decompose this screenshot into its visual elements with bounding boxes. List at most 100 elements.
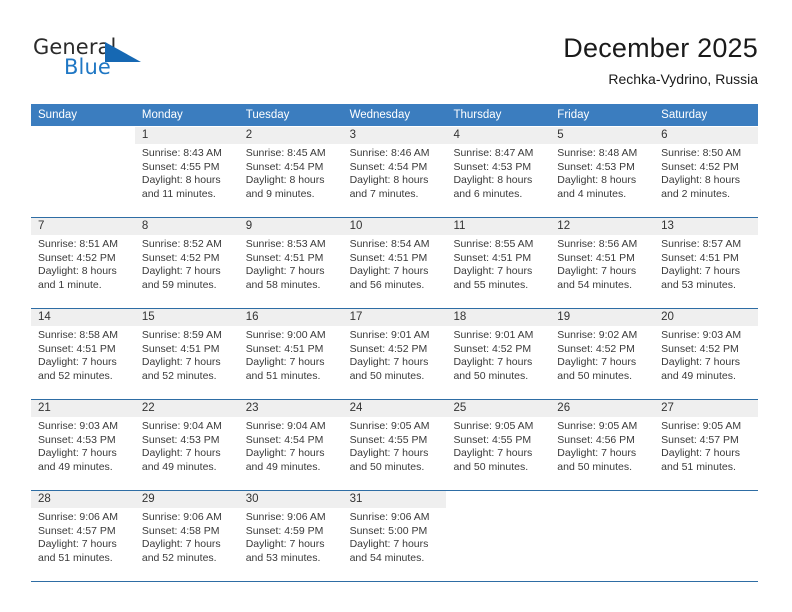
sunrise-text: Sunrise: 8:56 AM	[557, 238, 638, 250]
sunrise-text: Sunrise: 9:02 AM	[557, 329, 638, 341]
calendar-day-cell[interactable]: 5 Sunrise: 8:48 AM Sunset: 4:53 PM Daylight…	[550, 127, 655, 217]
daylight-text-line1: Daylight: 8 hours	[245, 174, 325, 187]
sunrise-text: Sunrise: 9:04 AM	[245, 420, 326, 432]
day-number: 25	[446, 400, 551, 417]
daylight-text-line2: and 51 minutes.	[661, 460, 736, 473]
sunrise-text: Sunrise: 8:51 AM	[38, 238, 118, 250]
calendar-day-cell[interactable]: 19 Sunrise: 9:02 AM Sunset: 4:52 PM Dayligh…	[550, 309, 655, 399]
daylight-text-line1: Daylight: 7 hours	[141, 447, 221, 460]
title-block: December 2025 Rechka-Vydrino, Russia	[563, 32, 758, 88]
sunset-text: Sunset: 4:52 PM	[141, 251, 220, 264]
day-details: Sunrise: 8:54 AM Sunset: 4:51 PM Daylight:…	[343, 235, 447, 292]
daylight-text-line1: Daylight: 7 hours	[661, 356, 740, 369]
calendar-day-cell[interactable]: 24 Sunrise: 9:05 AM Sunset: 4:55 PM Dayligh…	[342, 400, 447, 490]
day-details: Sunrise: 8:55 AM Sunset: 4:51 PM Daylight:…	[446, 235, 550, 292]
sunrise-text: Sunrise: 9:06 AM	[245, 511, 326, 523]
calendar-day-cell[interactable]: 7 Sunrise: 8:51 AM Sunset: 4:52 PM Daylight…	[31, 218, 135, 308]
sunset-text: Sunset: 4:51 PM	[245, 342, 324, 355]
sunset-text: Sunset: 4:55 PM	[141, 160, 220, 173]
calendar-day-cell[interactable]: 26 Sunrise: 9:05 AM Sunset: 4:56 PM Dayligh…	[550, 400, 655, 490]
sunrise-text: Sunrise: 9:05 AM	[557, 420, 638, 432]
calendar-day-cell[interactable]: 27 Sunrise: 9:05 AM Sunset: 4:57 PM Dayligh…	[654, 400, 759, 490]
calendar-day-cell[interactable]: 11 Sunrise: 8:55 AM Sunset: 4:51 PM Dayligh…	[446, 218, 551, 308]
weekday-header-tuesday: Tuesday	[245, 109, 290, 121]
sunset-text: Sunset: 4:53 PM	[38, 433, 116, 446]
calendar-day-cell[interactable]: 31 Sunrise: 9:06 AM Sunset: 5:00 PM Dayligh…	[342, 491, 447, 581]
sunrise-text: Sunrise: 8:47 AM	[453, 147, 534, 159]
daylight-text-line2: and 56 minutes.	[349, 278, 425, 291]
calendar-day-cell[interactable]: 20 Sunrise: 9:03 AM Sunset: 4:52 PM Dayligh…	[654, 309, 759, 399]
calendar-day-cell[interactable]: 16 Sunrise: 9:00 AM Sunset: 4:51 PM Dayligh…	[238, 309, 343, 399]
calendar-day-cell[interactable]: 9 Sunrise: 8:53 AM Sunset: 4:51 PM Daylight…	[238, 218, 343, 308]
calendar-day-cell[interactable]: 6 Sunrise: 8:50 AM Sunset: 4:52 PM Daylight…	[654, 127, 759, 217]
sunset-text: Sunset: 4:55 PM	[349, 433, 428, 446]
calendar-day-cell[interactable]: 12 Sunrise: 8:56 AM Sunset: 4:51 PM Dayligh…	[550, 218, 655, 308]
sunrise-text: Sunrise: 9:00 AM	[245, 329, 326, 341]
weekday-header-thursday: Thursday	[453, 109, 502, 121]
sunrise-text: Sunrise: 8:45 AM	[245, 147, 326, 159]
sunrise-text: Sunrise: 8:46 AM	[349, 147, 430, 159]
calendar-day-cell[interactable]: 23 Sunrise: 9:04 AM Sunset: 4:54 PM Dayligh…	[238, 400, 343, 490]
day-details: Sunrise: 9:05 AM Sunset: 4:56 PM Daylight:…	[550, 417, 654, 474]
calendar-week-row: 14 Sunrise: 8:58 AM Sunset: 4:51 PM Dayligh…	[31, 308, 759, 399]
sunrise-text: Sunrise: 9:06 AM	[349, 511, 430, 523]
calendar-day-cell[interactable]: 3 Sunrise: 8:46 AM Sunset: 4:54 PM Daylight…	[342, 127, 447, 217]
daylight-text-line2: and 52 minutes.	[38, 369, 113, 382]
calendar-day-cell[interactable]: 2 Sunrise: 8:45 AM Sunset: 4:54 PM Daylight…	[238, 127, 343, 217]
daylight-text-line1: Daylight: 7 hours	[141, 265, 221, 278]
day-details: Sunrise: 8:48 AM Sunset: 4:53 PM Daylight:…	[550, 144, 654, 201]
day-number: 10	[342, 218, 447, 235]
sunset-text: Sunset: 4:54 PM	[349, 160, 428, 173]
calendar-day-cell[interactable]: 21 Sunrise: 9:03 AM Sunset: 4:53 PM Dayligh…	[31, 400, 135, 490]
calendar-day-cell[interactable]: 4 Sunrise: 8:47 AM Sunset: 4:53 PM Daylight…	[446, 127, 551, 217]
sunset-text: Sunset: 4:55 PM	[453, 433, 532, 446]
page-subtitle: Rechka-Vydrino, Russia	[608, 71, 758, 87]
daylight-text-line1: Daylight: 7 hours	[557, 265, 637, 278]
calendar-day-cell[interactable]: 8 Sunrise: 8:52 AM Sunset: 4:52 PM Daylight…	[134, 218, 239, 308]
calendar-day-cell[interactable]: 15 Sunrise: 8:59 AM Sunset: 4:51 PM Dayligh…	[134, 309, 239, 399]
daylight-text-line1: Daylight: 8 hours	[349, 174, 429, 187]
brand-name-blue: Blue	[64, 55, 111, 79]
daylight-text-line2: and 7 minutes.	[349, 187, 419, 200]
sunset-text: Sunset: 4:52 PM	[661, 160, 739, 173]
weekday-header-saturday: Saturday	[661, 109, 708, 121]
daylight-text-line2: and 58 minutes.	[245, 278, 321, 291]
daylight-text-line1: Daylight: 8 hours	[661, 174, 740, 187]
calendar-day-cell[interactable]: 30 Sunrise: 9:06 AM Sunset: 4:59 PM Dayligh…	[238, 491, 343, 581]
sunrise-text: Sunrise: 8:52 AM	[141, 238, 222, 250]
day-number: 26	[550, 400, 655, 417]
daylight-text-line1: Daylight: 7 hours	[245, 447, 325, 460]
daylight-text-line2: and 50 minutes.	[453, 369, 529, 382]
sunset-text: Sunset: 4:52 PM	[453, 342, 532, 355]
day-number: 7	[31, 218, 135, 235]
calendar-day-cell[interactable]: 14 Sunrise: 8:58 AM Sunset: 4:51 PM Dayligh…	[31, 309, 135, 399]
calendar-day-cell[interactable]: 28 Sunrise: 9:06 AM Sunset: 4:57 PM Dayligh…	[31, 491, 135, 581]
calendar-day-cell[interactable]: 13 Sunrise: 8:57 AM Sunset: 4:51 PM Dayligh…	[654, 218, 759, 308]
day-details: Sunrise: 8:43 AM Sunset: 4:55 PM Daylight:…	[135, 144, 239, 201]
calendar-day-cell[interactable]: 22 Sunrise: 9:04 AM Sunset: 4:53 PM Dayligh…	[134, 400, 239, 490]
daylight-text-line2: and 50 minutes.	[453, 460, 529, 473]
general-blue-logo[interactable]: General Blue	[33, 36, 163, 86]
day-details: Sunrise: 9:05 AM Sunset: 4:57 PM Daylight:…	[654, 417, 758, 474]
daylight-text-line2: and 50 minutes.	[349, 460, 425, 473]
calendar-day-cell[interactable]: 17 Sunrise: 9:01 AM Sunset: 4:52 PM Dayligh…	[342, 309, 447, 399]
calendar-day-cell[interactable]: 29 Sunrise: 9:06 AM Sunset: 4:58 PM Dayligh…	[134, 491, 239, 581]
daylight-text-line2: and 52 minutes.	[141, 369, 217, 382]
sunrise-text: Sunrise: 9:03 AM	[38, 420, 118, 432]
calendar-day-cell[interactable]: 1 Sunrise: 8:43 AM Sunset: 4:55 PM Daylight…	[134, 127, 239, 217]
daylight-text-line2: and 50 minutes.	[557, 460, 633, 473]
day-details: Sunrise: 9:01 AM Sunset: 4:52 PM Daylight:…	[446, 326, 550, 383]
day-number: 29	[134, 491, 239, 508]
calendar-day-cell[interactable]: 25 Sunrise: 9:05 AM Sunset: 4:55 PM Dayligh…	[446, 400, 551, 490]
calendar-day-cell[interactable]: 10 Sunrise: 8:54 AM Sunset: 4:51 PM Dayligh…	[342, 218, 447, 308]
day-details: Sunrise: 9:06 AM Sunset: 5:00 PM Daylight:…	[343, 508, 447, 565]
calendar-week-row: 7 Sunrise: 8:51 AM Sunset: 4:52 PM Daylight…	[31, 217, 759, 308]
day-details: Sunrise: 9:05 AM Sunset: 4:55 PM Daylight:…	[446, 417, 550, 474]
day-details: Sunrise: 8:57 AM Sunset: 4:51 PM Daylight:…	[654, 235, 758, 292]
daylight-text-line1: Daylight: 7 hours	[141, 538, 221, 551]
day-details: Sunrise: 9:04 AM Sunset: 4:53 PM Daylight:…	[135, 417, 239, 474]
weekday-header-wednesday: Wednesday	[349, 109, 411, 121]
calendar-day-cell[interactable]: 18 Sunrise: 9:01 AM Sunset: 4:52 PM Dayligh…	[446, 309, 551, 399]
sunrise-text: Sunrise: 8:58 AM	[38, 329, 118, 341]
daylight-text-line1: Daylight: 7 hours	[38, 356, 117, 369]
